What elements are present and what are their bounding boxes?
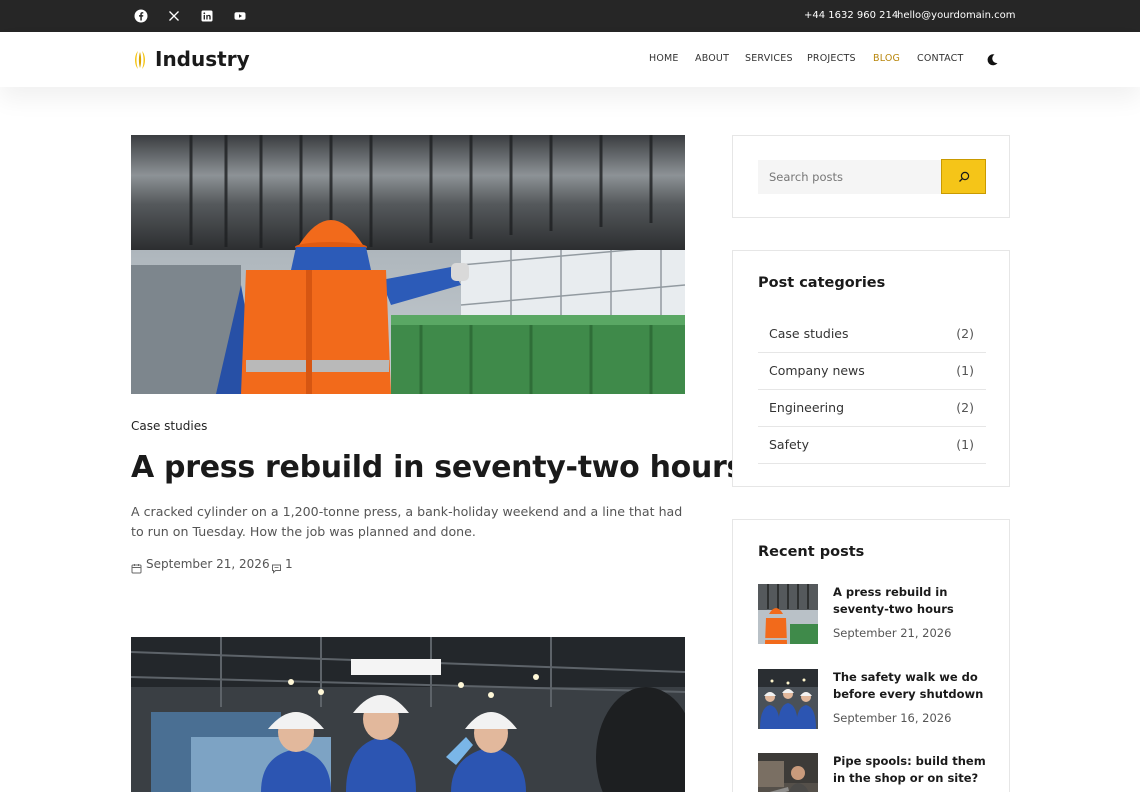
categories-widget: Post categories Case studies (2) Company… bbox=[732, 250, 1010, 487]
recent-post-thumbnail[interactable] bbox=[758, 669, 818, 729]
nav-contact[interactable]: CONTACT bbox=[917, 52, 963, 66]
nav-projects[interactable]: PROJECTS bbox=[807, 52, 856, 66]
search-widget bbox=[732, 135, 1010, 218]
category-name[interactable]: Safety bbox=[769, 437, 809, 453]
youtube-icon[interactable] bbox=[233, 9, 247, 23]
x-icon[interactable] bbox=[167, 9, 181, 23]
nav-home[interactable]: HOME bbox=[649, 52, 679, 66]
nav-about[interactable]: ABOUT bbox=[695, 52, 729, 66]
recent-post-date: September 21, 2026 bbox=[833, 626, 952, 640]
categories-title: Post categories bbox=[758, 275, 886, 291]
post-title[interactable]: A press rebuild in seventy-two hours bbox=[131, 446, 744, 490]
category-count: (1) bbox=[956, 363, 974, 378]
site-header: Industry HOME ABOUT SERVICES PROJECTS BL… bbox=[0, 32, 1140, 87]
recent-post-title[interactable]: The safety walk we do before every shutd… bbox=[833, 669, 989, 703]
top-bar: +44 1632 960 214 hello@yourdomain.com bbox=[0, 0, 1140, 32]
category-count: (2) bbox=[956, 400, 974, 415]
category-item[interactable]: Safety (1) bbox=[758, 427, 986, 464]
post-category-link[interactable]: Case studies bbox=[131, 418, 207, 434]
recent-post-item[interactable]: The safety walk we do before every shutd… bbox=[758, 669, 988, 731]
comment-icon bbox=[271, 559, 282, 574]
nav-services[interactable]: SERVICES bbox=[745, 52, 793, 66]
post-excerpt: A cracked cylinder on a 1,200-tonne pres… bbox=[131, 504, 683, 539]
post-featured-image[interactable] bbox=[131, 135, 685, 394]
category-count: (1) bbox=[956, 437, 974, 452]
recent-post-date: September 16, 2026 bbox=[833, 711, 952, 725]
post-comment-count[interactable]: 1 bbox=[285, 556, 293, 572]
category-item[interactable]: Company news (1) bbox=[758, 353, 986, 390]
calendar-icon bbox=[131, 559, 142, 574]
category-name[interactable]: Engineering bbox=[769, 400, 844, 416]
recent-post-item[interactable]: A press rebuild in seventy-two hours Sep… bbox=[758, 584, 988, 646]
post-featured-image[interactable] bbox=[131, 637, 685, 792]
phone-number[interactable]: +44 1632 960 214 bbox=[804, 9, 898, 23]
recent-posts-widget: Recent posts A press rebuild in seventy-… bbox=[732, 519, 1010, 792]
search-button[interactable] bbox=[941, 159, 986, 194]
email-address[interactable]: hello@yourdomain.com bbox=[897, 9, 1015, 23]
search-icon bbox=[959, 171, 970, 182]
recent-post-title[interactable]: A press rebuild in seventy-two hours bbox=[833, 584, 989, 618]
linkedin-icon[interactable] bbox=[200, 9, 214, 23]
post-date: September 21, 2026 bbox=[146, 557, 270, 571]
search-input[interactable] bbox=[758, 160, 942, 194]
recent-post-title[interactable]: Pipe spools: build them in the shop or o… bbox=[833, 753, 989, 787]
site-logo-text[interactable]: Industry bbox=[155, 45, 250, 73]
recent-post-item[interactable]: Pipe spools: build them in the shop or o… bbox=[758, 753, 988, 792]
category-item[interactable]: Engineering (2) bbox=[758, 390, 986, 427]
recent-post-thumbnail[interactable] bbox=[758, 584, 818, 644]
logo-icon[interactable] bbox=[133, 50, 147, 70]
nav-blog[interactable]: BLOG bbox=[873, 52, 900, 66]
recent-posts-title: Recent posts bbox=[758, 544, 865, 560]
moon-icon[interactable] bbox=[985, 52, 999, 66]
category-count: (2) bbox=[956, 326, 974, 341]
category-name[interactable]: Case studies bbox=[769, 326, 849, 342]
category-item[interactable]: Case studies (2) bbox=[758, 316, 986, 353]
category-name[interactable]: Company news bbox=[769, 363, 865, 379]
facebook-icon[interactable] bbox=[134, 9, 148, 23]
recent-post-thumbnail[interactable] bbox=[758, 753, 818, 792]
